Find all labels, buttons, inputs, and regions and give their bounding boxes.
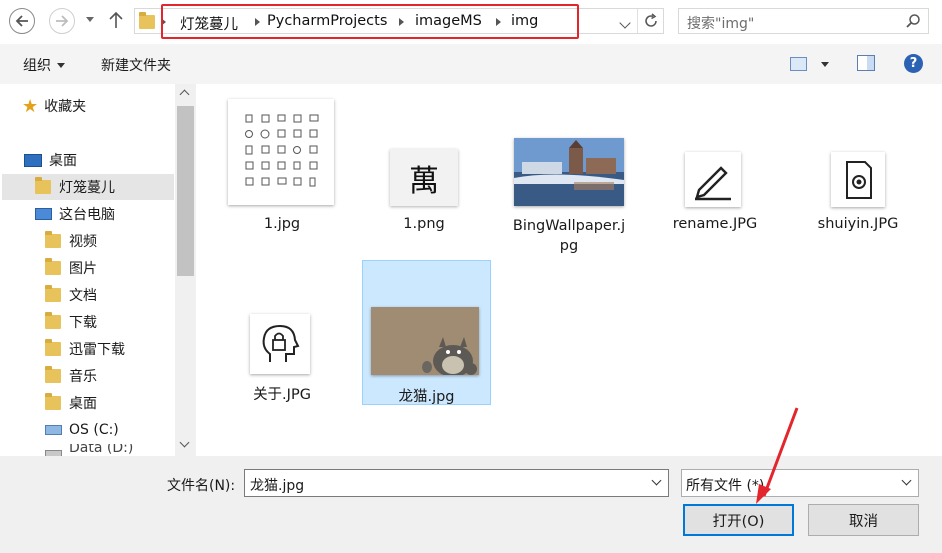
rename-thumbnail — [685, 152, 741, 207]
chevron-down-icon[interactable] — [651, 475, 662, 486]
address-dropdown-chevron-icon[interactable] — [619, 17, 631, 29]
totoro-illustration-icon — [422, 337, 477, 375]
scroll-up-chevron-icon[interactable] — [179, 89, 190, 100]
chevron-down-icon — [57, 62, 65, 68]
drive-icon — [45, 425, 62, 435]
file-item[interactable]: rename.JPG — [659, 97, 771, 242]
forward-button[interactable] — [49, 8, 75, 34]
file-name: 1.png — [403, 216, 445, 232]
icon-sheet-thumbnail — [228, 99, 334, 205]
organize-button[interactable]: 组织 — [23, 55, 65, 75]
watermark-thumbnail — [831, 152, 885, 207]
address-row: 灯笼蔓儿 PycharmProjects imageMS img 搜索"img" — [0, 0, 942, 44]
scroll-down-chevron-icon[interactable] — [179, 437, 190, 448]
file-item[interactable]: 关于.JPG — [226, 264, 338, 409]
icon-grid-thumbnail-icon — [245, 114, 319, 187]
scrollbar-thumb[interactable] — [177, 106, 194, 276]
file-item[interactable]: shuiyin.JPG — [802, 97, 914, 242]
sidebar-scrollbar[interactable] — [175, 84, 196, 456]
arrow-left-icon — [15, 15, 28, 27]
file-item[interactable]: 1.jpg — [226, 97, 338, 242]
video-folder-icon — [45, 231, 61, 248]
help-icon[interactable]: ? — [904, 54, 923, 73]
filename-label: 文件名(N): — [167, 478, 236, 494]
file-name: shuiyin.JPG — [817, 216, 899, 232]
command-bar: 组织 新建文件夹 ? — [0, 44, 942, 84]
desktop-icon — [24, 153, 42, 167]
cancel-button[interactable]: 取消 — [808, 504, 919, 536]
pencil-icon — [695, 166, 731, 201]
computer-icon — [35, 208, 52, 220]
music-folder-icon — [45, 366, 61, 383]
about-thumbnail — [250, 314, 310, 374]
file-name: 关于.JPG — [253, 387, 311, 403]
organize-label: 组织 — [23, 58, 51, 74]
navigation-pane: ★ 收藏夹 桌面 灯笼蔓儿 这台电脑 视频 图片 文档 下载 迅雷下载 音乐 桌… — [0, 84, 196, 456]
filename-input[interactable]: 龙猫.jpg — [250, 475, 304, 495]
wallpaper-thumbnail — [514, 138, 624, 206]
search-input[interactable]: 搜索"img" — [687, 13, 754, 33]
file-item-selected[interactable]: 龙猫.jpg — [362, 260, 491, 405]
view-options-chevron-icon[interactable] — [821, 62, 829, 67]
annotation-arrow-icon — [756, 407, 799, 504]
new-folder-button[interactable]: 新建文件夹 — [101, 55, 171, 75]
document-stamp-icon — [846, 161, 872, 199]
sidebar-item-favorites[interactable]: ★ 收藏夹 — [22, 93, 196, 119]
head-lock-icon — [262, 324, 300, 362]
totoro-thumbnail — [371, 307, 479, 375]
change-view-icon[interactable] — [790, 57, 807, 71]
star-icon: ★ — [22, 95, 39, 117]
arrow-right-icon — [56, 15, 69, 27]
file-name: BingWallpaper.j pg — [512, 218, 626, 254]
file-item[interactable]: BingWallpaper.j pg — [509, 97, 629, 257]
filename-combobox[interactable]: 龙猫.jpg — [244, 469, 669, 497]
folder-icon — [45, 339, 61, 356]
character-thumbnail: 萬 — [390, 149, 458, 206]
search-box[interactable]: 搜索"img" — [678, 8, 929, 34]
up-button[interactable] — [108, 11, 124, 33]
refresh-icon[interactable] — [643, 13, 659, 29]
back-button[interactable] — [9, 8, 35, 34]
file-name: 1.jpg — [263, 216, 301, 232]
documents-folder-icon — [45, 285, 61, 302]
preview-pane-icon[interactable] — [857, 55, 875, 71]
chevron-down-icon[interactable] — [901, 475, 912, 486]
folder-icon — [139, 12, 155, 29]
search-icon[interactable] — [905, 13, 921, 29]
landscape-photo-icon — [514, 138, 624, 206]
recent-locations-chevron-icon[interactable] — [86, 17, 94, 22]
annotation-highlight-box — [161, 4, 579, 39]
user-folder-icon — [35, 177, 51, 194]
file-name: rename.JPG — [672, 216, 758, 232]
arrow-up-icon — [109, 11, 123, 28]
file-item[interactable]: 萬 1.png — [368, 97, 480, 242]
downloads-folder-icon — [45, 312, 61, 329]
file-list-pane: 1.jpg 萬 1.png BingWallpaper.j pg rename.… — [196, 84, 942, 456]
file-name: 龙猫.jpg — [398, 389, 455, 405]
sidebar-item-desktop-root[interactable]: 桌面 — [24, 147, 198, 173]
desktop-folder-icon — [45, 393, 61, 410]
pictures-folder-icon — [45, 258, 61, 275]
